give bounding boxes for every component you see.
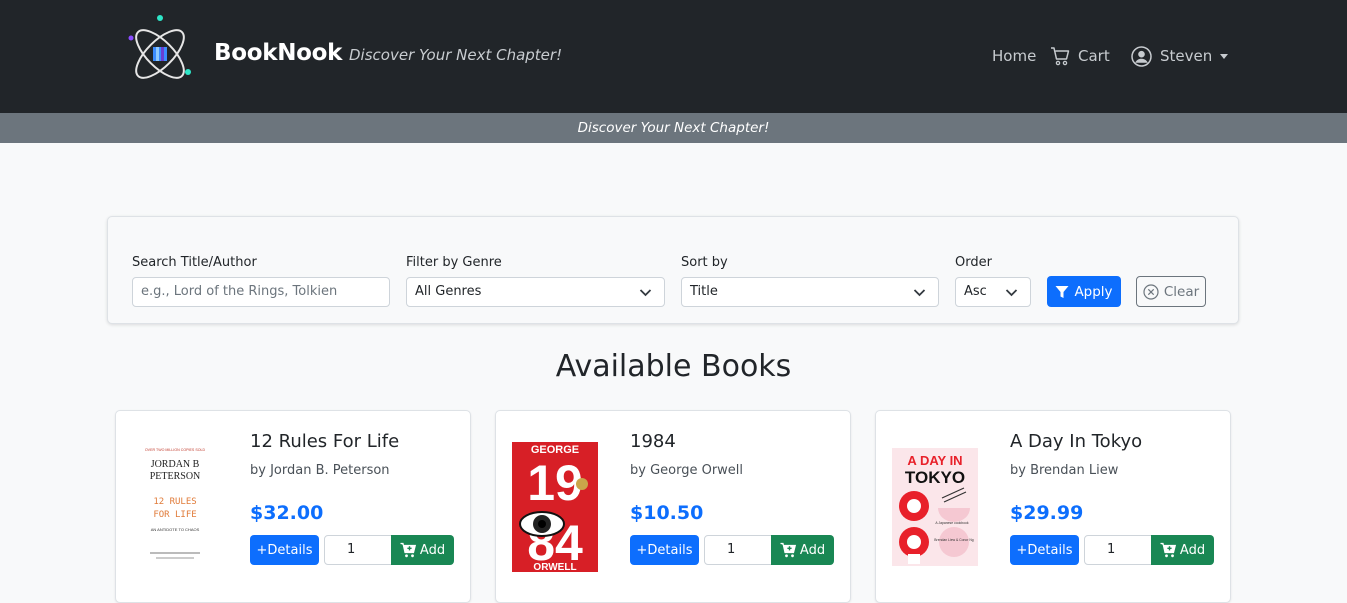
atom-book-logo[interactable]	[127, 14, 193, 86]
book-author: by Jordan B. Peterson	[250, 463, 390, 478]
apply-button[interactable]: Apply	[1047, 276, 1121, 307]
svg-text:19: 19	[527, 455, 583, 511]
order-label: Order	[955, 255, 992, 270]
svg-text:A DAY IN: A DAY IN	[907, 453, 962, 468]
funnel-icon	[1055, 285, 1069, 298]
details-button[interactable]: +Details	[1010, 535, 1079, 565]
sort-label: Sort by	[681, 255, 728, 270]
chevron-down-icon	[639, 289, 652, 297]
add-label: Add	[799, 542, 826, 558]
nav-cart-label: Cart	[1078, 47, 1110, 65]
add-to-cart-button[interactable]: Add	[771, 535, 834, 565]
apply-label: Apply	[1074, 283, 1113, 300]
nav-home-link[interactable]: Home	[992, 47, 1036, 65]
brand-name[interactable]: BookNook	[214, 40, 342, 66]
filter-panel: Search Title/Author e.g., Lord of the Ri…	[107, 216, 1239, 324]
svg-text:AN ANTIDOTE TO CHAOS: AN ANTIDOTE TO CHAOS	[151, 527, 200, 532]
svg-text:FOR LIFE: FOR LIFE	[153, 510, 196, 520]
genre-select-value: All Genres	[415, 284, 482, 299]
quantity-input[interactable]: 1	[704, 535, 772, 565]
cart-plus-icon	[400, 542, 416, 558]
add-to-cart-button[interactable]: Add	[391, 535, 454, 565]
book-card: OVER TWO MILLION COPIES SOLD JORDAN B PE…	[115, 410, 471, 603]
caret-down-icon	[1220, 53, 1229, 59]
search-label: Search Title/Author	[132, 255, 257, 270]
cart-plus-icon	[1160, 542, 1176, 558]
cart-plus-icon	[780, 542, 796, 558]
navbar: BookNook Discover Your Next Chapter! Hom…	[0, 0, 1347, 113]
clear-button[interactable]: Clear	[1136, 276, 1206, 307]
add-to-cart-button[interactable]: Add	[1151, 535, 1214, 565]
search-input[interactable]: e.g., Lord of the Rings, Tolkien	[132, 277, 390, 307]
book-price: $29.99	[1010, 502, 1084, 524]
sort-select[interactable]: Title	[681, 277, 939, 307]
cart-icon	[1051, 47, 1070, 66]
user-menu-dropdown[interactable]: Steven	[1131, 45, 1229, 67]
svg-text:Brendan Liew & Conor Ng: Brendan Liew & Conor Ng	[934, 538, 974, 542]
order-select-value: Asc	[964, 284, 987, 299]
genre-select[interactable]: All Genres	[406, 277, 665, 307]
details-button[interactable]: +Details	[250, 535, 319, 565]
svg-text:ORWELL: ORWELL	[533, 562, 576, 572]
svg-text:JORDAN B: JORDAN B	[151, 459, 200, 470]
svg-text:PETERSON: PETERSON	[150, 471, 201, 482]
book-cover-image[interactable]: OVER TWO MILLION COPIES SOLD JORDAN B PE…	[132, 442, 218, 572]
book-title[interactable]: 12 Rules For Life	[250, 431, 399, 452]
brand-tagline: Discover Your Next Chapter!	[349, 46, 563, 64]
x-circle-icon	[1143, 283, 1159, 300]
chevron-down-icon	[913, 289, 926, 297]
book-title[interactable]: 1984	[630, 431, 676, 452]
add-label: Add	[419, 542, 446, 558]
book-author: by George Orwell	[630, 463, 744, 478]
book-title[interactable]: A Day In Tokyo	[1010, 431, 1142, 452]
book-author: by Brendan Liew	[1010, 463, 1119, 478]
chevron-down-icon	[1005, 289, 1018, 297]
sort-select-value: Title	[690, 284, 718, 299]
svg-text:OVER TWO MILLION COPIES SOLD: OVER TWO MILLION COPIES SOLD	[145, 448, 206, 452]
quantity-input[interactable]: 1	[1084, 535, 1152, 565]
svg-text:A Japanese cookbook: A Japanese cookbook	[935, 521, 968, 525]
genre-label: Filter by Genre	[406, 255, 502, 270]
user-name: Steven	[1160, 47, 1213, 65]
section-title: Available Books	[555, 349, 792, 384]
book-cover-image[interactable]: A DAY IN TOKYO A Japanese cookbook Brend…	[892, 442, 978, 572]
add-label: Add	[1179, 542, 1206, 558]
book-price: $10.50	[630, 502, 704, 524]
order-select[interactable]: Asc	[955, 277, 1031, 307]
user-circle-icon	[1131, 45, 1152, 67]
book-card: GEORGE 19 84 ORWELL 1984 by George Orwel…	[495, 410, 851, 603]
quantity-input[interactable]: 1	[324, 535, 392, 565]
svg-text:12 RULES: 12 RULES	[153, 497, 196, 507]
svg-text:TOKYO: TOKYO	[905, 468, 965, 487]
book-card: A DAY IN TOKYO A Japanese cookbook Brend…	[875, 410, 1231, 603]
details-button[interactable]: +Details	[630, 535, 699, 565]
nav-cart-link[interactable]: Cart	[1050, 45, 1110, 67]
tagline-banner: Discover Your Next Chapter!	[0, 113, 1347, 143]
clear-label: Clear	[1163, 283, 1200, 300]
book-cover-image[interactable]: GEORGE 19 84 ORWELL	[512, 442, 598, 572]
book-price: $32.00	[250, 502, 324, 524]
